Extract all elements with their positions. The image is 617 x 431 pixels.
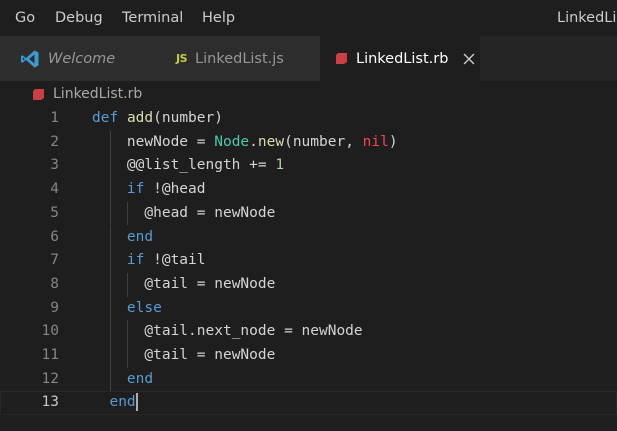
code-token: @tail = newNode — [144, 275, 276, 292]
code-token: end — [126, 370, 154, 387]
line-number: 13 — [41, 394, 59, 411]
close-icon[interactable] — [462, 52, 476, 66]
code-token: def — [92, 110, 119, 126]
code-token: newNode = — [126, 133, 215, 150]
code-token: if — [126, 181, 145, 198]
code-token: end — [109, 394, 136, 411]
menu-bar: Go Debug Terminal Help LinkedLis — [0, 0, 617, 36]
code-text: @head = newNode — [92, 202, 275, 226]
code-token: end — [126, 228, 154, 245]
code-line[interactable]: 7 if !@tail — [0, 249, 617, 273]
line-number: 8 — [50, 275, 59, 292]
code-text: end — [92, 368, 153, 392]
code-line[interactable]: 1 def add(number) — [0, 107, 617, 131]
tab-linkedlist-rb[interactable]: LinkedList.rb — [320, 36, 480, 81]
line-number: 11 — [41, 347, 59, 363]
code-text: if !@head — [92, 178, 206, 202]
code-line[interactable]: 13 end — [0, 391, 617, 416]
code-text: @@list_length += 1 — [92, 154, 284, 178]
code-text: else — [92, 297, 162, 321]
tab-label: LinkedList.rb — [356, 50, 449, 67]
line-number: 12 — [41, 370, 59, 387]
menu-go[interactable]: Go — [15, 9, 35, 27]
code-token: @head = newNode — [144, 204, 276, 221]
code-token: ) — [388, 133, 398, 150]
tab-welcome[interactable]: Welcome — [0, 36, 160, 81]
code-token: add — [126, 110, 154, 126]
tab-label: LinkedList.js — [195, 50, 284, 67]
breadcrumb: LinkedList.rb — [0, 81, 617, 107]
code-token: (number) — [153, 110, 223, 126]
line-number: 2 — [50, 133, 59, 150]
tab-label: Welcome — [48, 50, 116, 67]
line-number: 4 — [50, 181, 59, 198]
code-line[interactable]: 11 @tail = newNode — [0, 344, 617, 368]
breadcrumb-file[interactable]: LinkedList.rb — [53, 86, 142, 102]
line-number: 3 — [50, 157, 59, 174]
line-number: 9 — [50, 299, 59, 316]
window-title: LinkedLis — [557, 10, 617, 26]
code-token: @@list_length += — [126, 157, 276, 174]
menu-terminal[interactable]: Terminal — [122, 9, 183, 27]
tab-bar: Welcome JS LinkedList.js LinkedList.rb — [0, 36, 617, 81]
javascript-file-icon: JS — [176, 52, 188, 65]
code-line[interactable]: 3 @@list_length += 1 — [0, 154, 617, 179]
menu-help[interactable]: Help — [202, 9, 235, 27]
code-token: . — [249, 133, 258, 150]
code-line[interactable]: 10 @tail.next_node = newNode — [0, 320, 617, 344]
code-token: @tail.next_node = newNode — [144, 323, 363, 340]
code-token: 1 — [275, 157, 285, 174]
code-token: !@tail — [144, 252, 206, 269]
line-number: 6 — [50, 228, 59, 245]
code-text: @tail = newNode — [92, 273, 275, 297]
text-cursor — [135, 393, 138, 412]
code-text: end — [92, 226, 153, 250]
code-line[interactable]: 2 newNode = Node.new(number, nil) — [0, 130, 617, 155]
code-token: !@head — [144, 181, 206, 198]
code-token: else — [126, 299, 162, 316]
line-number: 10 — [41, 323, 59, 340]
code-token: nil — [362, 133, 389, 150]
code-line[interactable]: 5 @head = newNode — [0, 201, 617, 226]
code-line[interactable]: 9 else — [0, 296, 617, 321]
ruby-file-icon — [32, 88, 45, 101]
code-line[interactable]: 6 end — [0, 225, 617, 250]
code-editor[interactable]: 1 def add(number) 2 newNode = Node.new(num… — [0, 107, 617, 431]
code-token: new — [257, 133, 285, 150]
code-text: if !@tail — [92, 249, 206, 273]
code-text: @tail.next_node = newNode — [92, 320, 363, 344]
code-text: def add(number) — [92, 107, 223, 131]
code-line[interactable]: 4 if !@head — [0, 178, 617, 202]
code-token: Node — [214, 133, 250, 150]
code-text: newNode = Node.new(number, nil) — [92, 131, 398, 155]
code-text: end — [92, 391, 138, 415]
code-line[interactable]: 8 @tail = newNode — [0, 272, 617, 297]
code-text: @tail = newNode — [92, 344, 275, 368]
code-token: if — [126, 252, 145, 269]
code-token: (number, — [284, 133, 363, 150]
menu-debug[interactable]: Debug — [55, 9, 103, 27]
line-number: 5 — [50, 204, 59, 221]
tab-linkedlist-js[interactable]: JS LinkedList.js — [160, 36, 320, 81]
line-number: 7 — [50, 252, 59, 269]
code-line[interactable]: 12 end — [0, 367, 617, 392]
ruby-file-icon — [335, 52, 348, 65]
code-token: @tail = newNode — [144, 347, 276, 363]
vscode-logo-icon — [20, 49, 40, 69]
line-number: 1 — [50, 110, 59, 126]
